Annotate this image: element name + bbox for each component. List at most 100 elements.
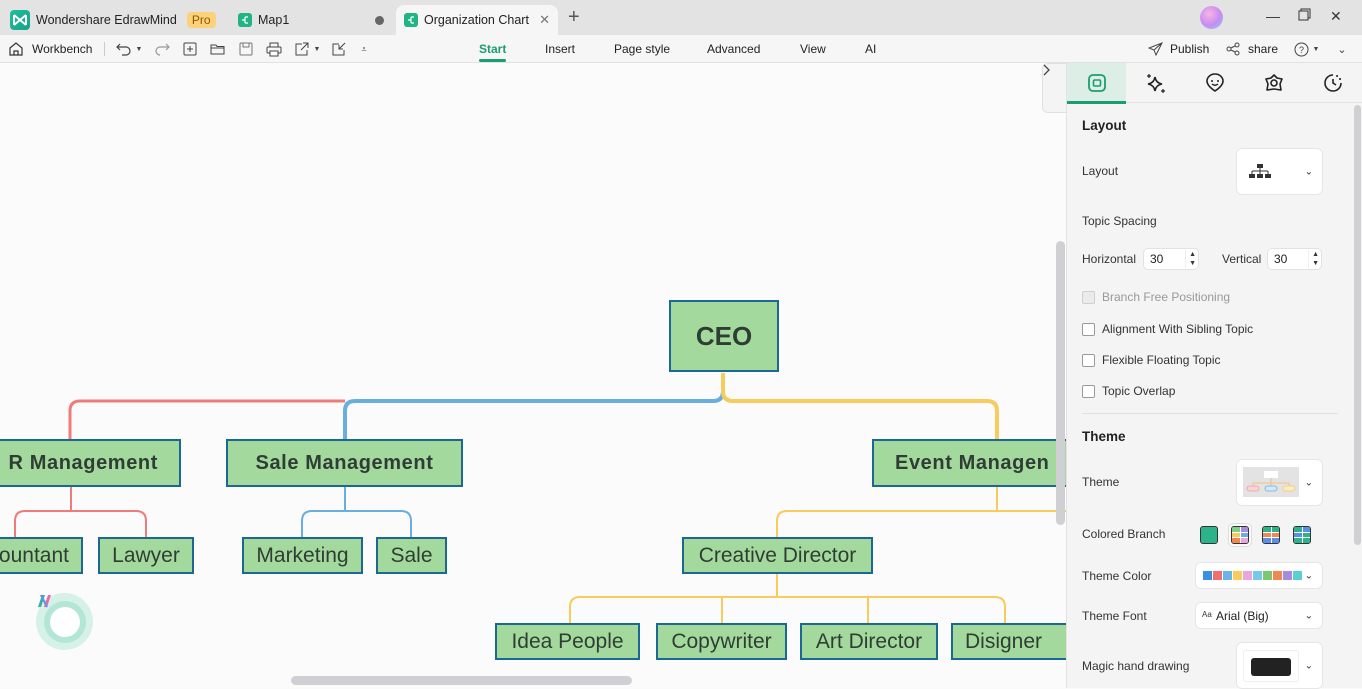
topic-sale[interactable]: Sale: [376, 537, 447, 574]
topic-marketing[interactable]: Marketing: [242, 537, 363, 574]
save-icon[interactable]: [238, 41, 254, 57]
toolbar-divider: [104, 42, 105, 56]
export-icon[interactable]: [294, 41, 310, 57]
export-dropdown-icon[interactable]: ▼: [309, 41, 325, 57]
topic-sale-management[interactable]: Sale Management: [226, 439, 463, 487]
collapse-panel-button[interactable]: [1042, 63, 1066, 113]
topic-copywriter[interactable]: Copywriter: [656, 623, 787, 660]
sparkle-icon: [1146, 74, 1165, 93]
send-icon: [1148, 42, 1163, 56]
colored-branch-option-4[interactable]: [1290, 523, 1314, 547]
flower-icon: [1264, 74, 1283, 91]
workbench-button[interactable]: Workbench: [8, 35, 92, 63]
topic-lawyer[interactable]: Lawyer: [98, 537, 194, 574]
topic-overlap-checkbox[interactable]: Topic Overlap: [1082, 384, 1175, 398]
new-topic-icon[interactable]: [182, 41, 198, 57]
canvas-horizontal-scrollbar[interactable]: [291, 676, 632, 685]
spinner-arrows-icon[interactable]: ▲ ▼: [1185, 250, 1196, 268]
mindmap-doc-icon: [238, 13, 252, 27]
theme-tab[interactable]: [1244, 63, 1303, 103]
help-dropdown-icon[interactable]: ▼: [1308, 41, 1324, 57]
help-icon[interactable]: ?: [1293, 41, 1309, 57]
share-label: share: [1248, 42, 1279, 56]
connector-creative-children: [569, 573, 1006, 623]
title-bar: Wondershare EdrawMind Pro Map1 Organizat…: [0, 0, 1362, 35]
new-tab-button[interactable]: +: [568, 6, 580, 29]
menu-tab-advanced[interactable]: Advanced: [707, 35, 760, 63]
alignment-sibling-checkbox[interactable]: Alignment With Sibling Topic: [1082, 322, 1253, 336]
restore-button[interactable]: [1298, 8, 1311, 24]
ai-assistant-button[interactable]: [36, 593, 93, 650]
theme-font-value: Arial (Big): [1216, 609, 1269, 623]
mindmap-doc-icon: [404, 13, 418, 27]
close-tab-icon[interactable]: ✕: [539, 12, 550, 28]
panel-scrollbar[interactable]: [1354, 105, 1361, 545]
menu-tab-start[interactable]: Start: [479, 35, 507, 63]
open-folder-icon[interactable]: [210, 41, 226, 57]
flexible-floating-checkbox[interactable]: Flexible Floating Topic: [1082, 353, 1221, 367]
mindmap-canvas[interactable]: CEO R Management Sale Management Event M…: [0, 63, 1066, 688]
theme-color-swatches: [1203, 571, 1303, 580]
spinner-arrows-icon[interactable]: ▲ ▼: [1308, 250, 1319, 268]
topic-disigner[interactable]: Disigner: [951, 623, 1066, 660]
history-icon: [1323, 74, 1342, 92]
menu-tab-ai[interactable]: AI: [865, 35, 876, 63]
topic-idea-people[interactable]: Idea People: [495, 623, 640, 660]
topic-root[interactable]: CEO: [669, 300, 779, 372]
ai-logo-icon: [38, 594, 80, 637]
theme-color-swatch: [1243, 571, 1252, 580]
undo-icon[interactable]: [116, 41, 132, 57]
import-icon[interactable]: [331, 41, 347, 57]
font-aa-icon: Aa: [1202, 610, 1212, 619]
theme-color-swatch: [1273, 571, 1282, 580]
canvas-vertical-scrollbar[interactable]: [1056, 241, 1065, 525]
topic-accountant[interactable]: ountant: [0, 537, 83, 574]
horizontal-spacing-input[interactable]: 30 ▲ ▼: [1143, 248, 1199, 270]
magic-hand-select[interactable]: ⌄: [1236, 642, 1323, 689]
menu-tab-page-style[interactable]: Page style: [614, 35, 670, 63]
chevron-down-icon: ⌄: [1304, 610, 1313, 621]
layout-select[interactable]: ⌄: [1236, 148, 1323, 195]
close-window-button[interactable]: ✕: [1330, 8, 1342, 25]
home-icon: [9, 42, 23, 56]
user-avatar[interactable]: [1200, 6, 1223, 29]
chevron-down-icon: ⌄: [1304, 166, 1313, 177]
branch-free-positioning-checkbox[interactable]: Branch Free Positioning: [1082, 290, 1230, 304]
theme-section-title: Theme: [1082, 429, 1126, 444]
topic-art-director[interactable]: Art Director: [800, 623, 938, 660]
theme-font-select[interactable]: Aa Arial (Big) ⌄: [1195, 602, 1323, 629]
menu-tab-view[interactable]: View: [800, 35, 826, 63]
print-icon[interactable]: [266, 41, 282, 57]
tab-organization-chart[interactable]: Organization Chart ✕: [396, 5, 558, 35]
publish-button[interactable]: Publish: [1148, 35, 1209, 63]
theme-select[interactable]: ⌄: [1236, 459, 1323, 506]
colored-branch-option-2[interactable]: [1228, 523, 1252, 547]
redo-icon[interactable]: [154, 41, 170, 57]
vertical-spacing-input[interactable]: 30 ▲ ▼: [1267, 248, 1322, 270]
topic-event-management[interactable]: Event Managen: [872, 439, 1066, 487]
topic-hr-management[interactable]: R Management: [0, 439, 181, 487]
history-tab[interactable]: [1303, 63, 1362, 103]
share-icon: [1226, 42, 1240, 56]
share-button[interactable]: share: [1226, 35, 1278, 63]
app-name: Wondershare EdrawMind: [36, 13, 177, 27]
connector-sale-children: [301, 487, 412, 537]
ai-style-tab[interactable]: [1126, 63, 1185, 103]
colored-branch-option-1[interactable]: [1197, 523, 1221, 547]
theme-color-swatch: [1233, 571, 1242, 580]
topic-creative-director[interactable]: Creative Director: [682, 537, 873, 574]
colored-branch-option-3[interactable]: [1259, 523, 1283, 547]
undo-dropdown-icon[interactable]: ▼: [131, 41, 147, 57]
unsaved-dot-icon: [375, 15, 384, 25]
menu-tab-insert[interactable]: Insert: [545, 35, 575, 63]
tab-map1[interactable]: Map1: [238, 5, 390, 35]
layout-tab[interactable]: [1067, 63, 1126, 104]
colored-branch-label: Colored Branch: [1082, 527, 1166, 541]
chevron-down-icon: ⌄: [1304, 660, 1313, 671]
collapse-ribbon-icon[interactable]: ⌄: [1334, 41, 1350, 57]
minimize-button[interactable]: —: [1266, 8, 1280, 24]
pro-badge[interactable]: Pro: [186, 12, 216, 28]
more-tools-icon[interactable]: ⩡: [356, 41, 372, 57]
theme-color-select[interactable]: ⌄: [1195, 562, 1323, 589]
emoji-tab[interactable]: [1185, 63, 1244, 103]
